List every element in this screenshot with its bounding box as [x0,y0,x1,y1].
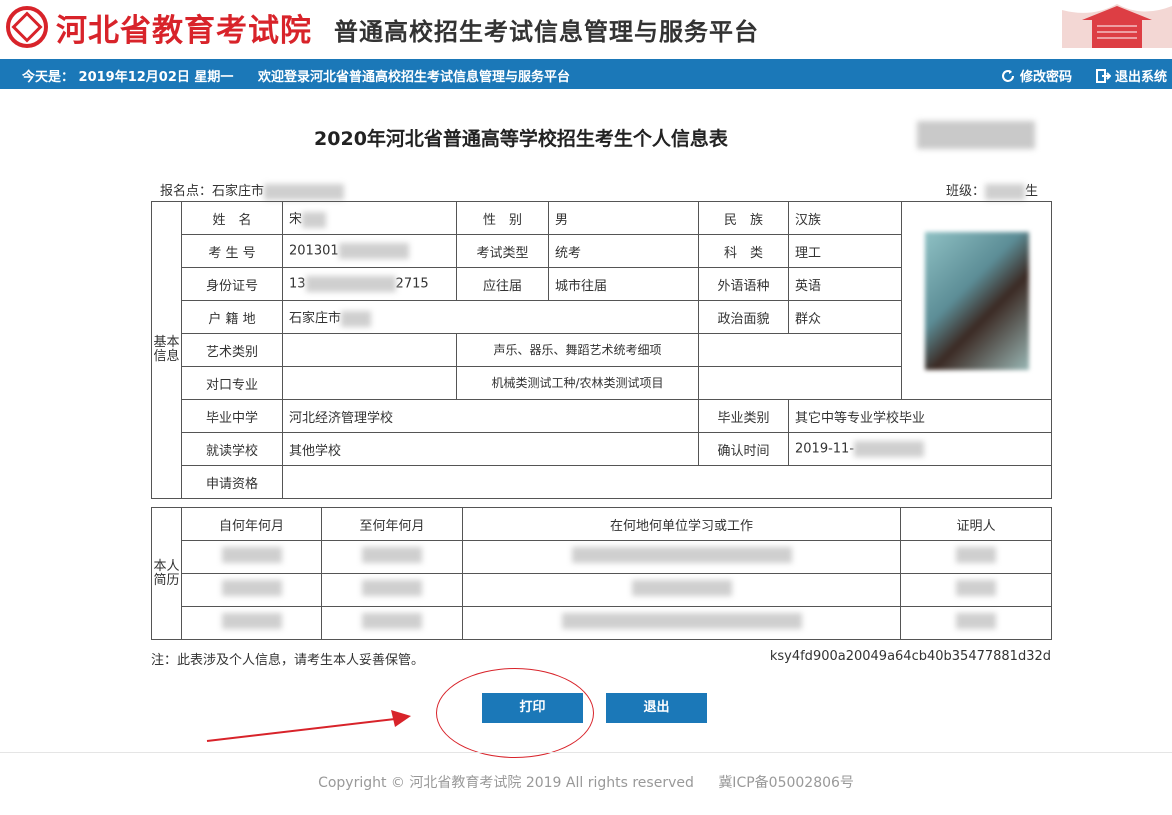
gender-label: 性 别 [456,201,549,235]
history-header-place: 在何地何单位学习或工作 [462,507,901,541]
vocational-detail-label: 机械类测试工种/农林类测试项目 [456,366,699,400]
verification-code: ksy4fd900a20049a64cb40b35477881d32d [769,649,1051,664]
basic-info-section-label: 基本信息 [151,201,182,499]
history-table: 本人简历 自何年何月 至何年何月 在何地何单位学习或工作 证明人 [151,507,1052,640]
platform-name: 普通高校招生考试信息管理与服务平台 [334,18,759,46]
residence-value: 石家庄市 [282,300,699,334]
site-header: 河北省教育考试院 普通高校招生考试信息管理与服务平台 [0,0,1172,58]
school-value: 河北经济管理学校 [282,399,699,433]
class-info: 班级：生 [946,183,1039,200]
current-school-value: 其他学校 [282,432,699,466]
art-category-label: 艺术类别 [181,333,283,367]
confirm-time-value: 2019-11- [788,432,1052,466]
basic-info-table: 基本信息 姓 名 宋 性 别 男 民 族 汉族 考 生 号 201301 考试类… [151,201,1052,499]
table-row [152,606,1052,640]
language-value: 英语 [788,267,902,301]
copyright-text: Copyright © 河北省教育考试院 2019 All rights res… [318,775,694,791]
grad-type-label: 毕业类别 [698,399,789,433]
qualification-label: 申请资格 [181,465,283,499]
welcome-text: 欢迎登录河北省普通高校招生考试信息管理与服务平台 [258,70,571,85]
gender-value: 男 [548,201,699,235]
residence-label: 户 籍 地 [181,300,283,334]
current-school-label: 就读学校 [181,432,283,466]
org-name: 河北省教育考试院 [56,13,312,49]
top-nav-bar: 今天是： 2019年12月02日 星期一 欢迎登录河北省普通高校招生考试信息管理… [0,59,1172,89]
school-label: 毕业中学 [181,399,283,433]
footer: Copyright © 河北省教育考试院 2019 All rights res… [0,772,1172,792]
confirm-time-label: 确认时间 [698,432,789,466]
ethnicity-value: 汉族 [788,201,902,235]
vocational-detail-value [698,366,902,400]
footer-divider [0,752,1172,753]
art-detail-label: 声乐、器乐、舞蹈艺术统考细项 [456,333,699,367]
change-password-link[interactable]: 修改密码 [1000,66,1072,85]
grad-status-value: 城市往届 [548,267,699,301]
id-label: 身份证号 [181,267,283,301]
art-detail-value [698,333,902,367]
exam-authority-logo [6,6,48,48]
history-header-to: 至何年何月 [321,507,463,541]
privacy-note: 注：此表涉及个人信息，请考生本人妥善保管。 [151,653,425,668]
annotation-arrow-icon [206,710,411,742]
ethnicity-label: 民 族 [698,201,789,235]
form-title: 2020年河北省普通高等学校招生考生个人信息表 [314,128,728,150]
table-row [152,540,1052,574]
political-label: 政治面貌 [698,300,789,334]
subject-label: 科 类 [698,234,789,268]
current-date: 今天是： 2019年12月02日 星期一 [22,70,234,85]
logout-label: 退出系统 [1115,70,1168,85]
id-value: 13 2715 [282,267,457,301]
change-password-label: 修改密码 [1020,70,1073,85]
print-button[interactable]: 打印 [482,693,583,723]
building-decoration [1062,4,1172,48]
barcode-redacted [917,121,1035,149]
exam-type-label: 考试类型 [456,234,549,268]
political-value: 群众 [788,300,902,334]
exit-button[interactable]: 退出 [606,693,707,723]
exam-no-label: 考 生 号 [181,234,283,268]
subject-value: 理工 [788,234,902,268]
refresh-icon [1002,69,1014,82]
logout-icon [1096,68,1111,83]
registration-point: 报名点：石家庄市 [160,180,345,200]
photo-cell [901,201,1052,400]
table-row [152,573,1052,607]
applicant-photo [924,231,1029,370]
exam-type-value: 统考 [548,234,699,268]
vocational-label: 对口专业 [181,366,283,400]
history-header-from: 自何年何月 [181,507,322,541]
vocational-value [282,366,457,400]
language-label: 外语语种 [698,267,789,301]
grad-status-label: 应往届 [456,267,549,301]
art-category-value [282,333,457,367]
grad-type-value: 其它中等专业学校毕业 [788,399,1052,433]
logout-link[interactable]: 退出系统 [1095,66,1167,85]
history-header-witness: 证明人 [900,507,1052,541]
qualification-value [282,465,1052,499]
exam-no-value: 201301 [282,234,457,268]
name-label: 姓 名 [181,201,283,235]
icp-link[interactable]: 冀ICP备05002806号 [718,775,854,791]
history-section-label: 本人简历 [151,507,182,640]
name-value: 宋 [282,201,457,235]
